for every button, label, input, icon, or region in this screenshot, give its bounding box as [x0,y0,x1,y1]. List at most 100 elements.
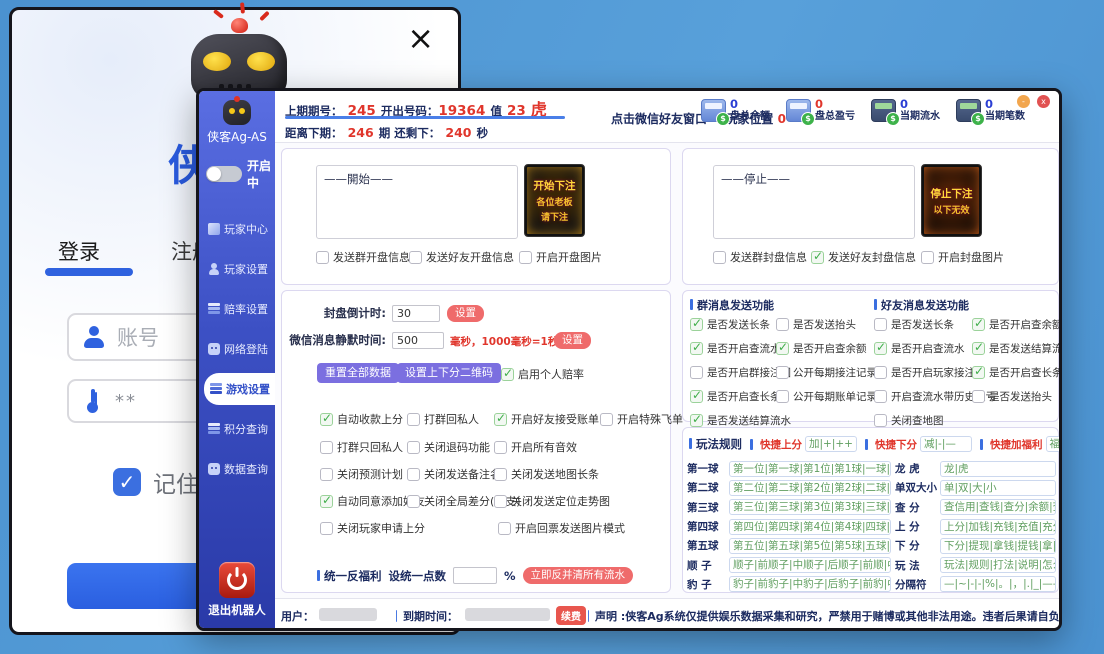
checkbox-option[interactable]: 是否发送抬头 [972,389,1062,404]
set-countdown-button[interactable]: 设置 [447,305,484,322]
rule-input[interactable]: 玩法|规则|打法|说明|怎么玩|格式 [940,557,1056,573]
checkbox-option[interactable]: 关闭退码功能 [407,439,490,455]
checkbox-label: 是否发送结算流水 [989,341,1062,356]
rule-label: 单双大小 [895,480,940,495]
checkbox-option[interactable]: 打群回私人 [407,411,479,427]
checkbox-option[interactable]: 是否开启查长条 [972,365,1062,380]
rule-input[interactable]: 龙|虎 [940,461,1056,477]
checkbox-option[interactable]: 开启封盘图片 [921,249,1004,265]
rule-input[interactable]: 查信用|查钱|查分|余额|查余额|积 [940,499,1056,515]
open-message-textarea[interactable]: ——開始—— [316,165,518,239]
stat-item: 0 当期流水 [871,98,940,123]
checkbox-option[interactable]: 关闭发送地图长条 [494,466,599,482]
accent-bar [865,439,868,450]
checkbox-option[interactable]: 是否开启查余额 [776,341,877,356]
checkbox-option[interactable]: 关闭发送定位走势图 [494,493,610,509]
silent-time-input[interactable]: 500 [392,332,444,349]
close-button[interactable]: x [1037,95,1050,108]
checkbox-option[interactable]: 开启回票发送图片模式 [498,520,625,536]
checkbox-option[interactable]: 关闭玩家申请上分 [320,520,425,536]
rule-input[interactable]: 下分|提现|拿钱|提钱|拿|提|提分| [940,538,1056,554]
checkbox-label: 是否发送抬头 [793,317,856,332]
group-msg-title: 群消息发送功能 [690,297,774,313]
rule-input[interactable]: 第二位|第二球|第2位|第2球|二球|二星|2球 [729,480,891,496]
checkbox-option[interactable]: 公开每期接注记录 [776,365,877,380]
rule-label: 第一球 [687,461,729,476]
checkbox-option[interactable]: 开启好友接受账单 [494,411,599,427]
sidebar-item[interactable]: 玩家设置 [199,249,275,289]
checkbox-option[interactable]: 启用个人赔率 [501,366,584,382]
checkbox-box [972,342,985,355]
rule-input[interactable]: 第三位|第三球|第3位|第3球|三球|三星|3球 [729,499,891,515]
checkbox-option[interactable]: 开启开盘图片 [519,249,602,265]
sidebar-item[interactable]: 赔率设置 [199,289,275,329]
checkbox-label: 发送群封盘信息 [730,249,807,265]
rule-input[interactable]: 第五位|第五球|第5位|第5球|五球|五星|5球 [729,538,891,554]
stat-label: 盘总盈亏 [815,111,855,123]
rule-input[interactable]: 第四位|第四球|第4位|第4球|四球|四星|4球 [729,519,891,535]
clear-flow-button[interactable]: 立即反并清所有流水 [523,567,634,584]
checkbox-option[interactable]: 公开每期账单记录 [776,389,877,404]
checkbox-option[interactable]: 是否发送抬头 [776,317,877,332]
quick-command-input[interactable]: 加|+|++ [805,436,857,452]
sidebar-item-label: 玩家设置 [224,261,268,277]
checkbox-option[interactable]: 发送好友开盘信息 [409,249,514,265]
password-value: ** [115,391,137,412]
rule-input[interactable]: 单|双|大|小 [940,480,1056,496]
sidebar-item[interactable]: 玩家中心 [199,209,275,249]
account-placeholder: 账号 [117,322,159,352]
exit-robot-button[interactable]: 退出机器人 [199,562,275,618]
sidebar-item[interactable]: 数据查询 [199,449,275,489]
sidebar-item[interactable]: 游戏设置 [204,373,275,405]
rule-row: 豹 子 豹子|前豹子|中豹子|后豹子|前豹|中豹|后 [687,575,891,594]
checkbox-checked-icon[interactable]: ✓ [113,468,141,496]
checkbox-option[interactable]: 是否开启查余额 [972,317,1062,332]
lamp-ray [240,2,245,13]
countdown-input[interactable]: 30 [392,305,440,322]
welfare-label: 设统一点数 [389,568,447,584]
rule-input[interactable]: 豹子|前豹子|中豹子|后豹子|前豹|中豹|后 [729,576,891,592]
power-toggle[interactable] [206,166,242,182]
checkbox-option[interactable]: 发送群封盘信息 [713,249,807,265]
checkbox-option[interactable]: 关闭查地图 [874,413,996,428]
checkbox-box [316,251,329,264]
checkbox-option[interactable]: 开启所有音效 [494,439,577,455]
set-silent-button[interactable]: 设置 [554,332,591,349]
remember-password-option[interactable]: ✓ 记住 [113,465,199,499]
checkbox-option[interactable]: 关闭预测计划 [320,466,403,482]
sidebar-item[interactable]: 积分查询 [199,409,275,449]
renew-button[interactable]: 续费 [556,606,586,625]
close-message-textarea[interactable]: ——停止—— [713,165,915,239]
accent-bar [690,299,693,310]
checkbox-option[interactable]: 打群只回私人 [320,439,403,455]
tab-login[interactable]: 登录 [58,236,100,266]
calculator-icon [786,99,811,122]
quick-command-input[interactable]: 减|-|— [920,436,972,452]
stop-betting-image: 停止下注 以下无效 [921,164,982,237]
checkbox-option[interactable]: 是否发送结算流水 [972,341,1062,356]
checkbox-option[interactable]: 开启特殊飞单 [600,411,683,427]
minimize-button[interactable]: - [1017,95,1030,108]
rule-input[interactable]: 第一位|第一球|第1位|第1球|一球|一星|1球 [729,461,891,477]
checkbox-label: 发送好友封盘信息 [828,249,916,265]
stat-value: 0 [900,98,940,111]
checkbox-box [494,441,507,454]
quick-command-input[interactable]: 福利+ [1046,436,1063,452]
checkbox-option[interactable]: 发送群开盘信息 [316,249,410,265]
checkbox-option[interactable]: 自动收款上分 [320,411,403,427]
close-icon[interactable]: × [407,22,434,54]
checkbox-option[interactable]: 是否发送结算流水 [690,413,791,428]
game-settings-panel: 封盘倒计时: 30 设置 微信消息静默时间: 500 毫秒，1000毫秒=1秒 … [281,290,671,593]
rule-input[interactable]: 上分|加钱|充钱|充值|充分|充 [940,519,1056,535]
sidebar: 侠客Ag-AS 开启中 玩家中心 玩家设置 赔率设置 网络登陆 [199,91,275,628]
rule-label: 顺 子 [687,558,729,573]
disclaimer-text: 声明 :侠客Ag系统仅提供娱乐数据采集和研究，严禁用于赌博或其他非法用途。违者后… [595,608,1062,624]
welfare-points-input[interactable] [453,567,497,584]
sidebar-item[interactable]: 网络登陆 [199,329,275,369]
rule-input[interactable]: —|~|-|-|%|。|，|.|_|——|— [940,576,1056,592]
rule-input[interactable]: 顺子|前顺子|中顺子|后顺子|前顺|中顺|后 [729,557,891,573]
checkbox-option[interactable]: 发送好友封盘信息 [811,249,916,265]
checkbox-option[interactable]: 关闭发送备注名 [407,466,501,482]
countdown-value: 240 [445,125,471,140]
next-draw-line: 距离下期： 246 期 还剩下： 240 秒 [285,122,488,141]
